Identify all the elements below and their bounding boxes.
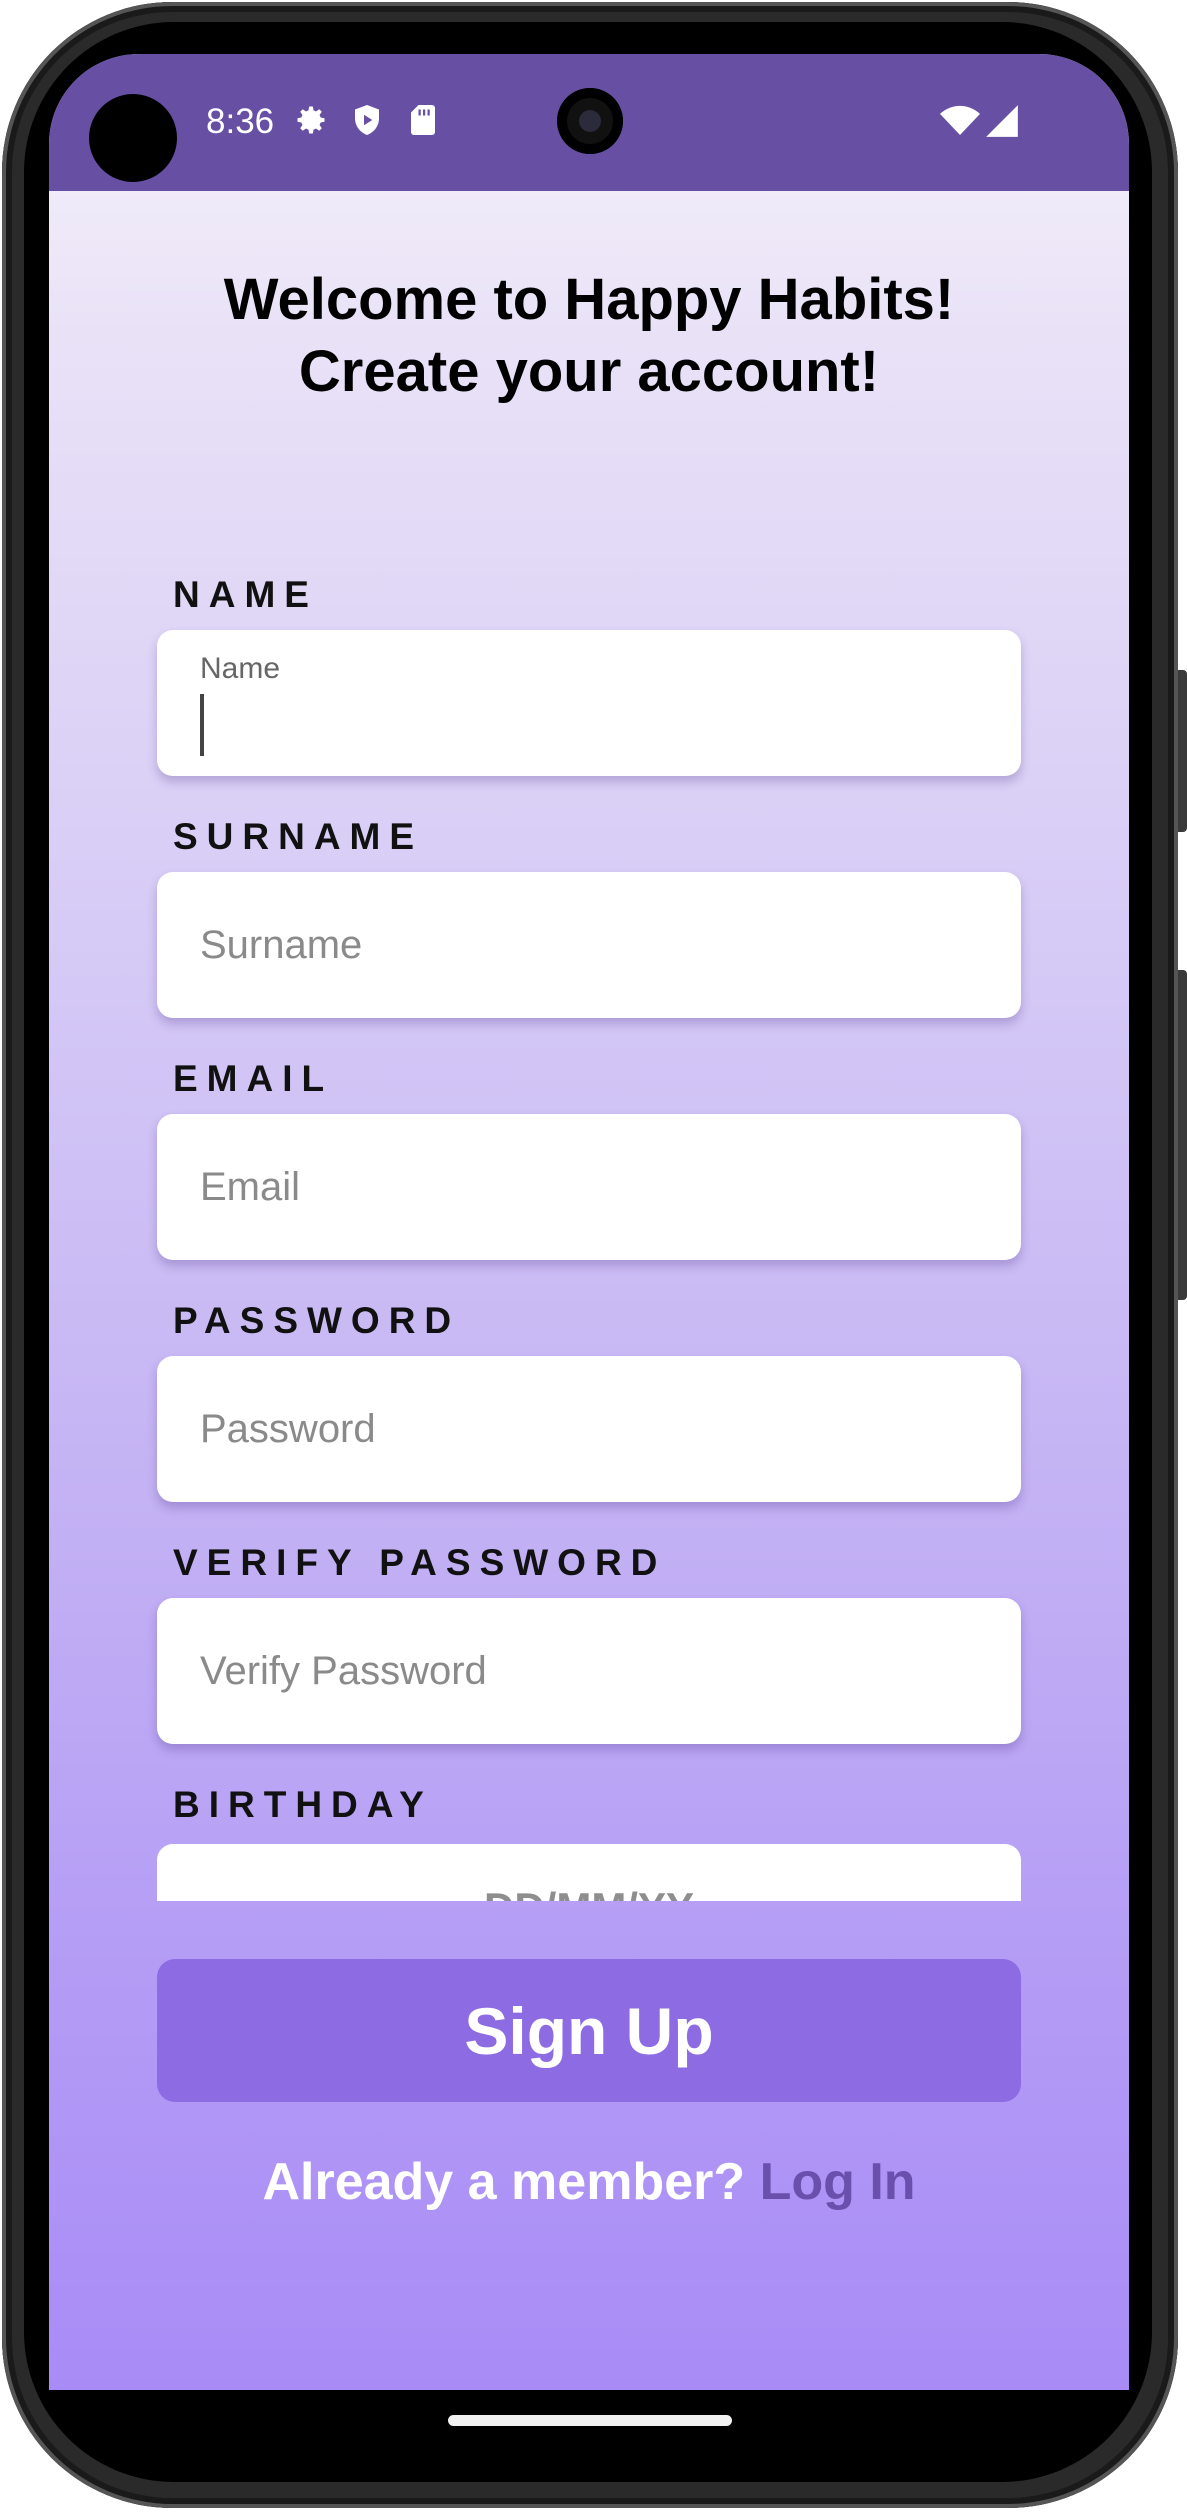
log-in-link[interactable]: Log In <box>760 2153 916 2211</box>
name-label: NAME <box>173 574 318 615</box>
text-cursor <box>200 694 204 756</box>
gear-icon <box>297 106 325 134</box>
phone-device: 8:36 Welcome to Happy Habits! Create you… <box>0 0 1187 2513</box>
status-bar: 8:36 <box>49 54 1129 191</box>
verify-password-label: VERIFY PASSWORD <box>173 1542 667 1583</box>
home-indicator[interactable] <box>448 2415 732 2426</box>
verify-password-input[interactable] <box>157 1598 1021 1744</box>
surname-input[interactable] <box>157 872 1021 1018</box>
volume-button <box>1178 670 1187 832</box>
surname-field-container <box>157 872 1021 1018</box>
birthday-label: BIRTHDAY <box>173 1784 433 1825</box>
title-line-welcome: Welcome to Happy Habits! <box>223 267 955 332</box>
password-label: PASSWORD <box>173 1300 461 1341</box>
name-floating-label: Name <box>200 652 281 685</box>
email-field-container <box>157 1114 1021 1260</box>
email-input[interactable] <box>157 1114 1021 1260</box>
power-button <box>1178 970 1187 1300</box>
name-field[interactable]: Name <box>157 630 1021 776</box>
sign-up-button[interactable]: Sign Up <box>157 1959 1021 2102</box>
surname-label: SURNAME <box>173 816 424 857</box>
wifi-icon <box>940 105 980 135</box>
login-row: Already a member? Log In <box>49 2152 1129 2212</box>
page-title: Welcome to Happy Habits! Create your acc… <box>49 264 1129 408</box>
status-time: 8:36 <box>206 102 275 141</box>
birthday-field[interactable]: DD/MM/YY <box>157 1844 1021 1901</box>
email-label: EMAIL <box>173 1058 334 1099</box>
front-camera <box>557 88 623 154</box>
title-line-create: Create your account! <box>298 339 880 404</box>
password-input[interactable] <box>157 1356 1021 1502</box>
verify-password-field-container <box>157 1598 1021 1744</box>
birthday-placeholder: DD/MM/YY <box>157 1884 1021 1901</box>
cell-signal-icon <box>986 105 1018 137</box>
sd-card-icon <box>411 105 435 135</box>
login-prompt: Already a member? <box>262 2153 760 2211</box>
shield-play-icon <box>355 105 379 135</box>
birthday-field-clip: DD/MM/YY <box>157 1844 1021 1901</box>
front-sensor <box>89 94 177 182</box>
app-screen: 8:36 Welcome to Happy Habits! Create you… <box>49 54 1129 2390</box>
password-field-container <box>157 1356 1021 1502</box>
